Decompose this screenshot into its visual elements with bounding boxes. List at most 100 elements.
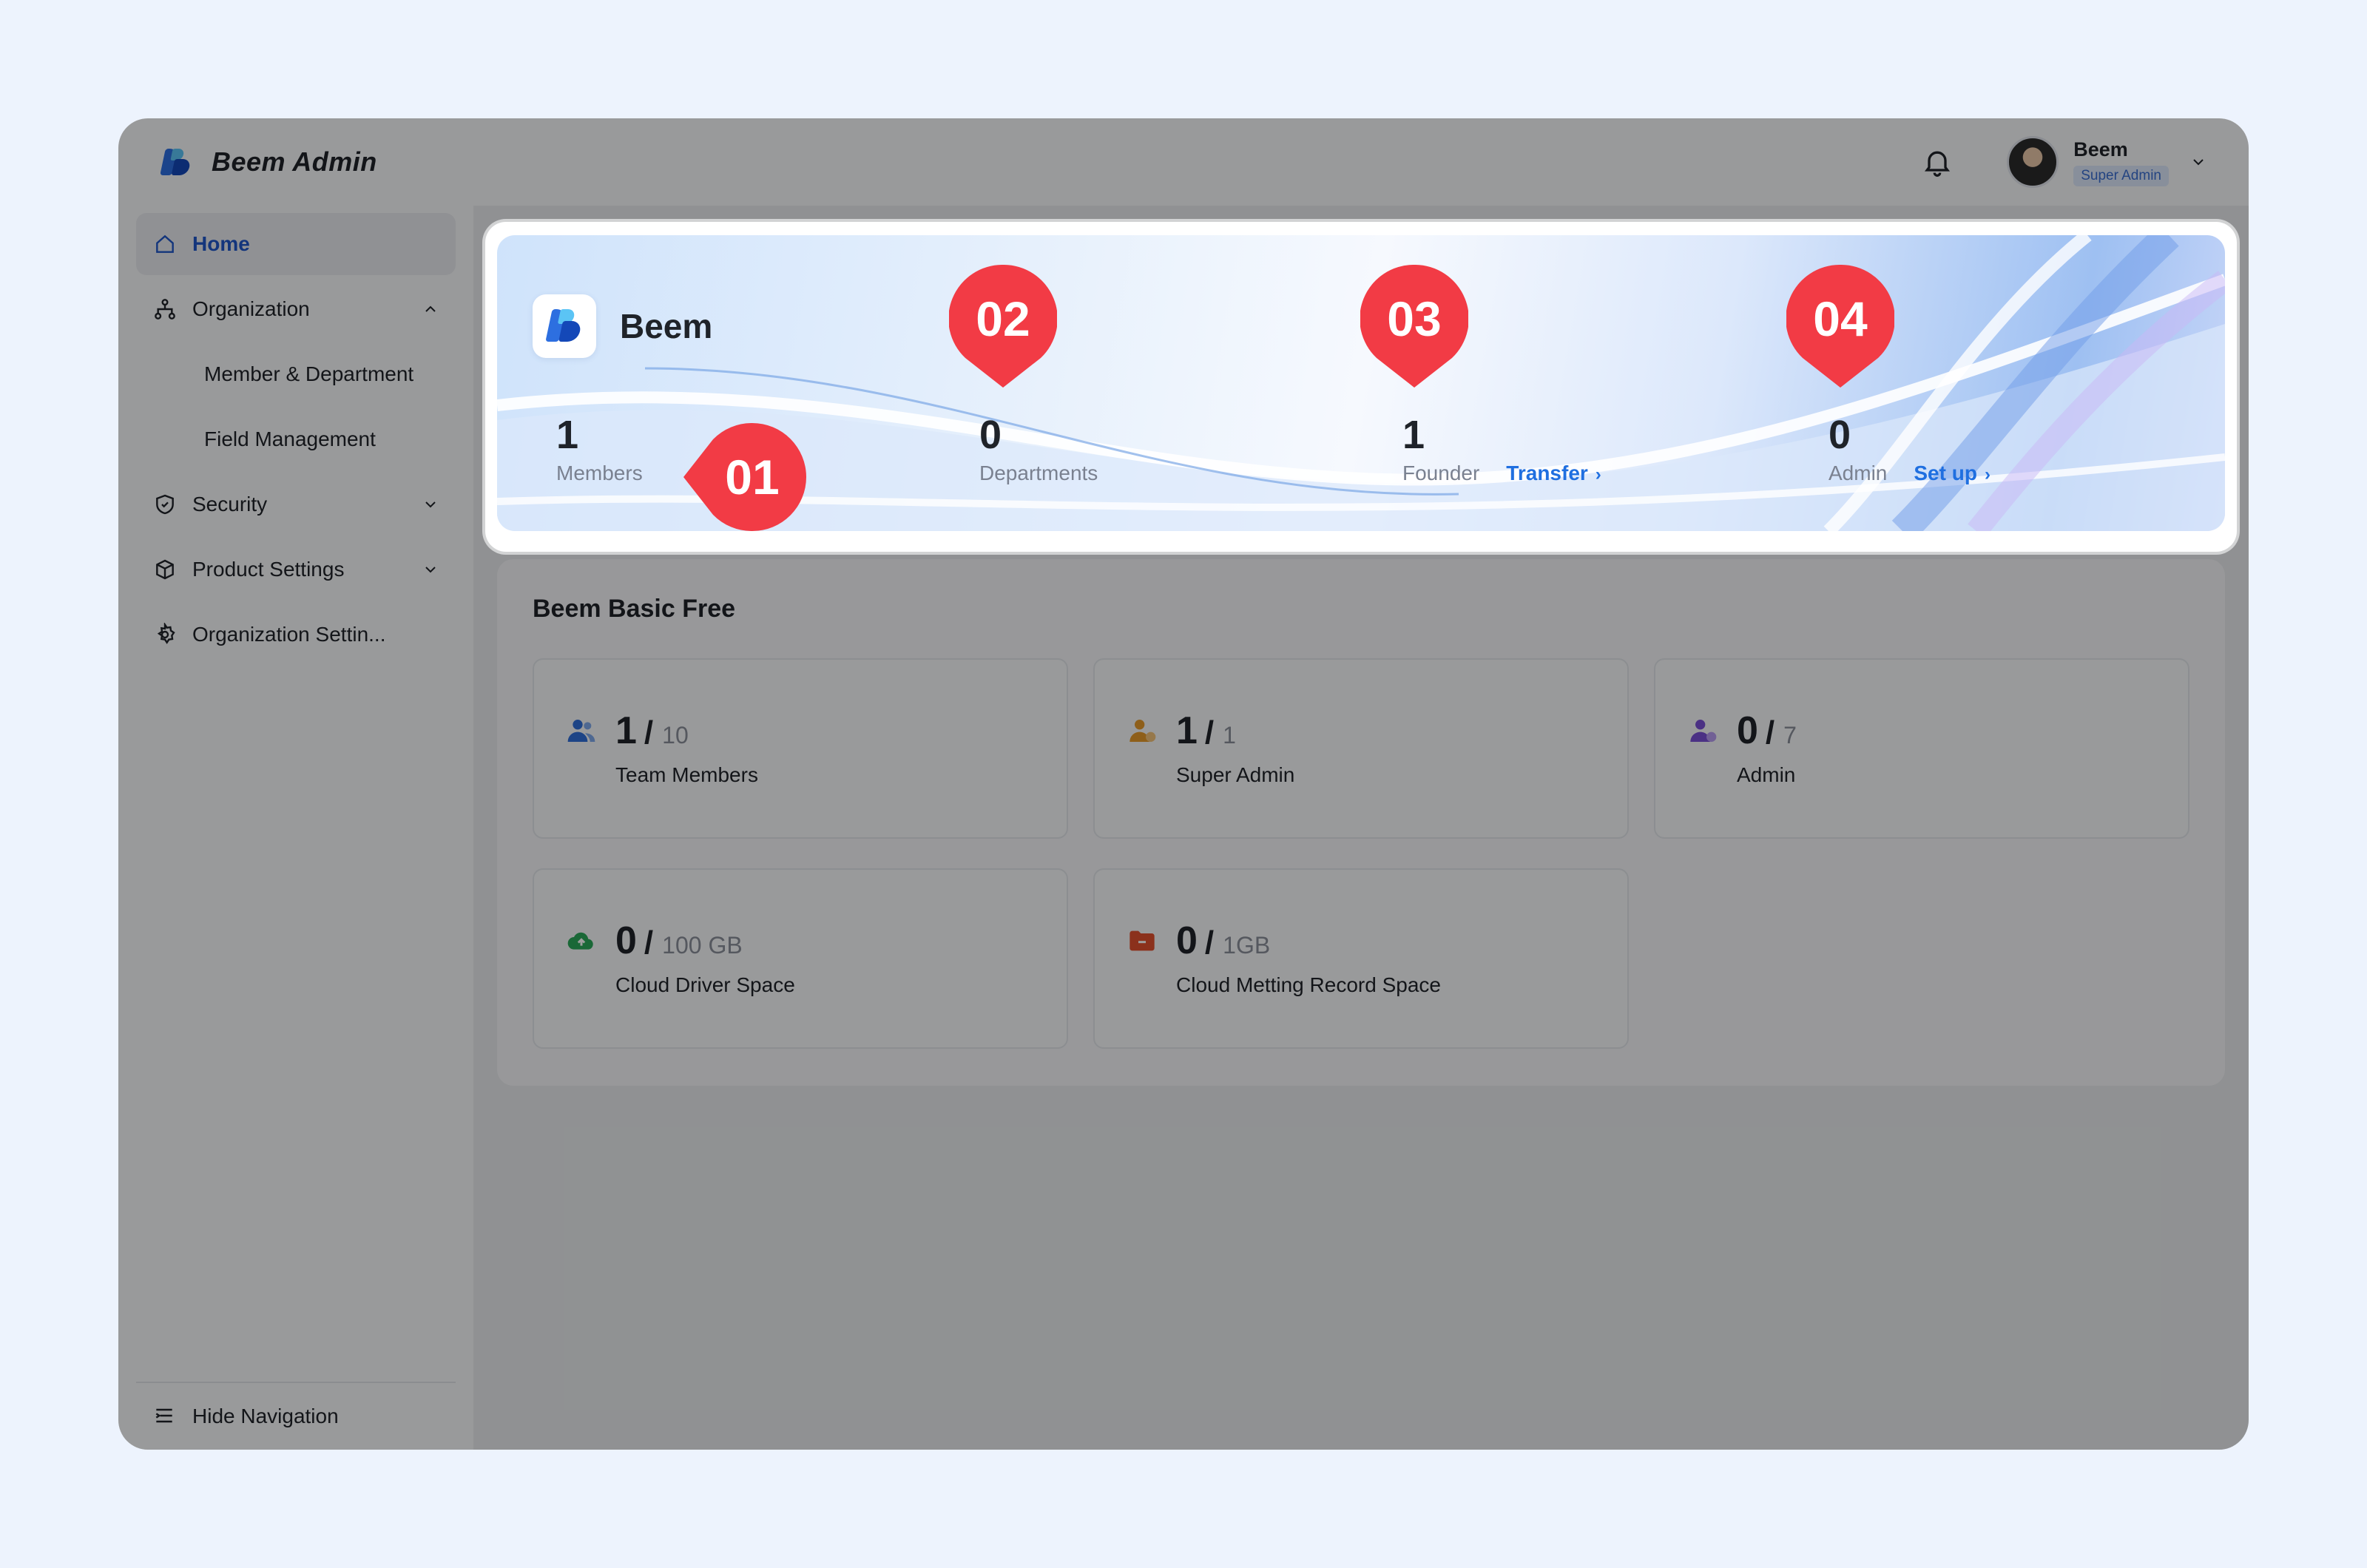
tile-count: 1/10 (615, 709, 689, 752)
avatar[interactable] (2007, 136, 2059, 188)
header-right: Beem Super Admin (1921, 136, 2207, 188)
tile-admin[interactable]: 0/7 Admin (1654, 658, 2189, 839)
sidebar-item-organization-settings[interactable]: Organization Settin... (136, 604, 456, 666)
chevron-down-icon[interactable] (2189, 153, 2207, 171)
total-value: 100 GB (662, 932, 743, 959)
used-value: 1 (615, 709, 637, 752)
marker-label: 03 (1387, 291, 1442, 346)
transfer-link-label: Transfer (1506, 462, 1588, 484)
stat-value: 1 (1402, 413, 1425, 457)
chevron-down-icon (425, 501, 436, 508)
chevron-right-icon: › (1595, 464, 1601, 484)
tile-label: Cloud Driver Space (615, 973, 795, 996)
tile-count: 0/1GB (1176, 919, 1271, 962)
total-value: 10 (662, 722, 689, 748)
hide-navigation-label: Hide Navigation (192, 1405, 339, 1427)
home-icon (152, 232, 178, 257)
total-value: 7 (1783, 722, 1797, 748)
total-value: 1GB (1223, 932, 1271, 959)
marker-01: 01 (683, 422, 806, 531)
sidebar-item-member-department[interactable]: Member & Department (136, 343, 456, 405)
chevron-right-icon: › (1984, 464, 1990, 484)
sidebar-item-label: Product Settings (192, 558, 345, 581)
marker-label: 02 (976, 291, 1030, 346)
sidebar-item-organization[interactable]: Organization (136, 278, 456, 340)
used-value: 1 (1176, 709, 1198, 752)
sidebar-item-label: Organization (192, 297, 310, 320)
stat-label: Founder (1402, 462, 1480, 484)
team-members-icon (567, 720, 595, 742)
sidebar-item-label: Field Management (204, 428, 376, 450)
sidebar-item-label: Organization Settin... (192, 623, 386, 646)
marker-label: 01 (725, 450, 780, 504)
app-logo-icon (160, 146, 192, 178)
user-name: Beem (2073, 138, 2128, 160)
transfer-link[interactable]: Transfer › (1506, 462, 1601, 485)
tile-count: 0/7 (1737, 709, 1797, 752)
box-icon (152, 557, 178, 582)
app-window: Beem Admin Beem Super Admin Home Organiz… (118, 118, 2249, 1450)
sidebar-item-label: Member & Department (204, 362, 414, 385)
tile-label: Cloud Metting Record Space (1176, 973, 1441, 996)
set-up-link[interactable]: Set up › (1914, 462, 1990, 485)
stat-departments[interactable]: 0 Departments (979, 413, 1098, 485)
stat-label: Members (556, 462, 643, 484)
chevron-up-icon (425, 305, 436, 312)
tile-count: 1/1 (1176, 709, 1236, 752)
stat-value: 1 (556, 413, 579, 457)
app-title: Beem Admin (212, 146, 377, 177)
collapse-menu-icon (152, 1404, 178, 1429)
brand-logo-icon (533, 294, 596, 358)
tile-count: 0/100 GB (615, 919, 743, 962)
brand-name: Beem (620, 307, 713, 345)
sidebar: Home Organization Member & Department Fi… (118, 206, 473, 1450)
organization-banner: Beem 1 Members 0 Departments 1 Founder T… (497, 235, 2225, 531)
admin-icon (1690, 720, 1717, 742)
plan-card: Beem Basic Free 1/10 Team Members 1/1 Su… (497, 559, 2225, 1086)
tile-cloud-meeting-record-space[interactable]: 0/1GB Cloud Metting Record Space (1093, 868, 1629, 1049)
stat-admin: 0 Admin Set up › (1829, 413, 1990, 485)
organization-icon (152, 297, 178, 322)
hide-navigation-button[interactable]: Hide Navigation (136, 1382, 456, 1450)
stat-label: Admin (1829, 462, 1888, 484)
gear-icon (152, 622, 178, 647)
shield-icon (152, 492, 178, 517)
notification-bell-icon[interactable] (1921, 146, 1954, 178)
used-value: 0 (615, 919, 637, 962)
marker-02: 02 (948, 264, 1058, 388)
marker-04: 04 (1786, 264, 1895, 388)
stat-value: 0 (979, 413, 1002, 457)
marker-label: 04 (1813, 291, 1868, 346)
tile-cloud-driver-space[interactable]: 0/100 GB Cloud Driver Space (533, 868, 1068, 1049)
tile-label: Admin (1737, 763, 1796, 786)
sidebar-item-label: Home (192, 232, 250, 255)
tile-label: Super Admin (1176, 763, 1295, 786)
chevron-down-icon (425, 567, 436, 573)
marker-03: 03 (1360, 264, 1469, 388)
stat-members[interactable]: 1 Members (556, 413, 643, 485)
brand-block: Beem (533, 294, 712, 358)
set-up-link-label: Set up (1914, 462, 1977, 484)
sidebar-item-field-management[interactable]: Field Management (136, 408, 456, 470)
sidebar-item-home[interactable]: Home (136, 213, 456, 275)
tile-label: Team Members (615, 763, 758, 786)
super-admin-icon (1130, 720, 1156, 742)
user-info[interactable]: Beem Super Admin (2073, 138, 2169, 186)
used-value: 0 (1176, 919, 1198, 962)
sidebar-item-product-settings[interactable]: Product Settings (136, 538, 456, 601)
top-bar: Beem Admin Beem Super Admin (118, 118, 2249, 206)
stat-label: Departments (979, 462, 1098, 484)
sidebar-item-label: Security (192, 493, 268, 516)
stat-founder: 1 Founder Transfer › (1402, 413, 1601, 485)
stat-value: 0 (1829, 413, 1851, 457)
cloud-upload-icon (567, 932, 593, 950)
total-value: 1 (1223, 722, 1236, 748)
used-value: 0 (1737, 709, 1758, 752)
sidebar-item-security[interactable]: Security (136, 473, 456, 535)
folder-icon (1130, 930, 1155, 951)
tile-team-members[interactable]: 1/10 Team Members (533, 658, 1068, 839)
user-role-badge: Super Admin (2073, 165, 2169, 186)
tile-super-admin[interactable]: 1/1 Super Admin (1093, 658, 1629, 839)
spotlight-frame: Beem 1 Members 0 Departments 1 Founder T… (485, 222, 2237, 552)
plan-title: Beem Basic Free (533, 595, 736, 623)
